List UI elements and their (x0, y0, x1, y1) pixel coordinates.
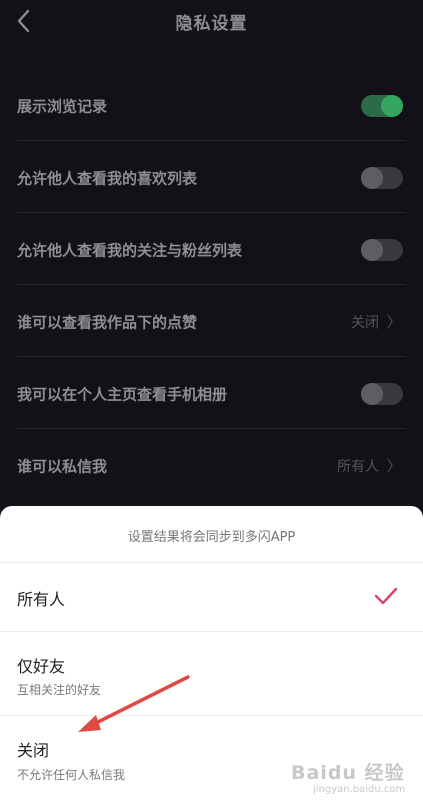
watermark-brand: Baidu 经验 (291, 762, 405, 784)
setting-row-who-can-see-likes[interactable]: 谁可以查看我作品下的点赞 关闭〉 (0, 286, 423, 357)
setting-row-browse-history[interactable]: 展示浏览记录 (0, 70, 423, 141)
toggle-knob (361, 382, 383, 405)
setting-label: 我可以在个人主页查看手机相册 (17, 385, 228, 403)
option-subtitle: 不允许任何人私信我 (17, 768, 126, 782)
page-title: 隐私设置 (175, 14, 248, 34)
toggle-knob (361, 166, 383, 189)
chevron-right-icon: 〉 (387, 458, 401, 475)
bottom-sheet: 设置结果将会同步到多闪APP 所有人 仅好友 互相关注的好友 关闭 不允许任何人… (0, 506, 423, 806)
option-label: 关闭 (17, 741, 50, 760)
toggle-knob (381, 94, 403, 117)
divider (17, 212, 406, 213)
toggle-knob (361, 238, 383, 261)
setting-label: 允许他人查看我的喜欢列表 (17, 169, 198, 187)
checkmark-icon (374, 587, 398, 605)
setting-label: 谁可以私信我 (17, 457, 108, 475)
chevron-right-icon: 〉 (387, 314, 401, 331)
divider (17, 356, 406, 357)
baidu-jingyan-watermark: Baidu 经验 jingyan.baidu.com (291, 758, 411, 802)
setting-label: 允许他人查看我的关注与粉丝列表 (17, 241, 243, 259)
setting-row-phone-album[interactable]: 我可以在个人主页查看手机相册 (0, 358, 423, 429)
option-friends-only[interactable]: 仅好友 互相关注的好友 (0, 632, 423, 715)
sheet-note: 设置结果将会同步到多闪APP (127, 530, 296, 545)
option-everyone[interactable]: 所有人 (0, 563, 423, 631)
setting-value: 所有人〉 (337, 456, 401, 476)
header: 隐私设置 (0, 0, 423, 44)
option-subtitle: 互相关注的好友 (17, 683, 102, 697)
watermark-url: jingyan.baidu.com (313, 784, 406, 795)
browse-history-toggle[interactable] (361, 94, 403, 117)
setting-value-text: 所有人 (337, 458, 379, 475)
option-label: 所有人 (17, 590, 66, 609)
setting-row-likes-list[interactable]: 允许他人查看我的喜欢列表 (0, 142, 423, 213)
follow-fans-list-toggle[interactable] (361, 238, 403, 261)
phone-album-toggle[interactable] (361, 382, 403, 405)
likes-list-toggle[interactable] (361, 166, 403, 189)
setting-row-who-can-message[interactable]: 谁可以私信我 所有人〉 (0, 430, 423, 501)
setting-label: 谁可以查看我作品下的点赞 (17, 313, 198, 331)
setting-value-text: 关闭 (351, 314, 379, 331)
setting-label: 展示浏览记录 (17, 97, 108, 115)
setting-row-follow-fans-list[interactable]: 允许他人查看我的关注与粉丝列表 (0, 214, 423, 285)
divider (17, 428, 406, 429)
setting-value: 关闭〉 (351, 312, 401, 332)
divider (17, 284, 406, 285)
divider (17, 140, 406, 141)
option-label: 仅好友 (17, 657, 66, 676)
